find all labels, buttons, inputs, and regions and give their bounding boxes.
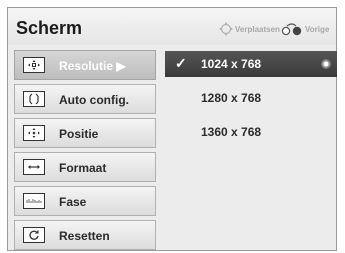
radio-indicator-icon xyxy=(321,59,331,69)
menu-item-label: Resolutie ▶ xyxy=(59,59,126,73)
option-1360x768[interactable]: 1360 x 768 xyxy=(165,119,337,145)
back-hint-label: Vorige xyxy=(305,24,330,34)
display-settings-dialog: Scherm Verplaatsen Vorige Resolutie ▶ Au… xyxy=(7,7,337,251)
menu-item-reset[interactable]: Resetten xyxy=(14,220,156,250)
back-buttons-icon xyxy=(281,23,302,36)
format-icon xyxy=(23,159,45,175)
menu-item-format[interactable]: Formaat xyxy=(14,152,156,182)
menu-item-auto-config[interactable]: Auto config. xyxy=(14,84,156,114)
menu-item-resolution[interactable]: Resolutie ▶ xyxy=(14,50,156,80)
phase-icon xyxy=(23,193,45,209)
page-title: Scherm xyxy=(16,18,83,38)
option-1280x768[interactable]: 1280 x 768 xyxy=(165,85,337,111)
menu-item-label: Resetten xyxy=(59,229,110,243)
dialog-header: Scherm Verplaatsen Vorige xyxy=(8,8,336,45)
resolution-icon xyxy=(23,57,45,73)
menu-item-label: Fase xyxy=(59,195,87,209)
back-hint: Vorige xyxy=(281,22,329,36)
settings-menu: Resolutie ▶ Auto config. Positie Formaat… xyxy=(14,50,156,250)
check-icon: ✓ xyxy=(175,55,187,71)
reset-icon xyxy=(23,227,45,243)
menu-item-label: Auto config. xyxy=(59,93,129,107)
menu-item-phase[interactable]: Fase xyxy=(14,186,156,216)
resolution-options-panel: ✓ 1024 x 768 1280 x 768 1360 x 768 xyxy=(165,50,337,250)
option-label: 1360 x 768 xyxy=(201,125,262,139)
menu-item-label: Formaat xyxy=(59,161,107,175)
position-icon xyxy=(23,125,45,141)
move-hint: Verplaatsen xyxy=(219,22,280,36)
move-hint-label: Verplaatsen xyxy=(235,24,280,34)
menu-item-position[interactable]: Positie xyxy=(14,118,156,148)
option-1024x768[interactable]: ✓ 1024 x 768 xyxy=(165,51,337,77)
four-way-arrows-icon xyxy=(219,22,233,36)
menu-item-label: Positie xyxy=(59,127,99,141)
option-label: 1024 x 768 xyxy=(201,57,262,71)
option-label: 1280 x 768 xyxy=(201,91,262,105)
auto-config-icon xyxy=(23,91,45,107)
